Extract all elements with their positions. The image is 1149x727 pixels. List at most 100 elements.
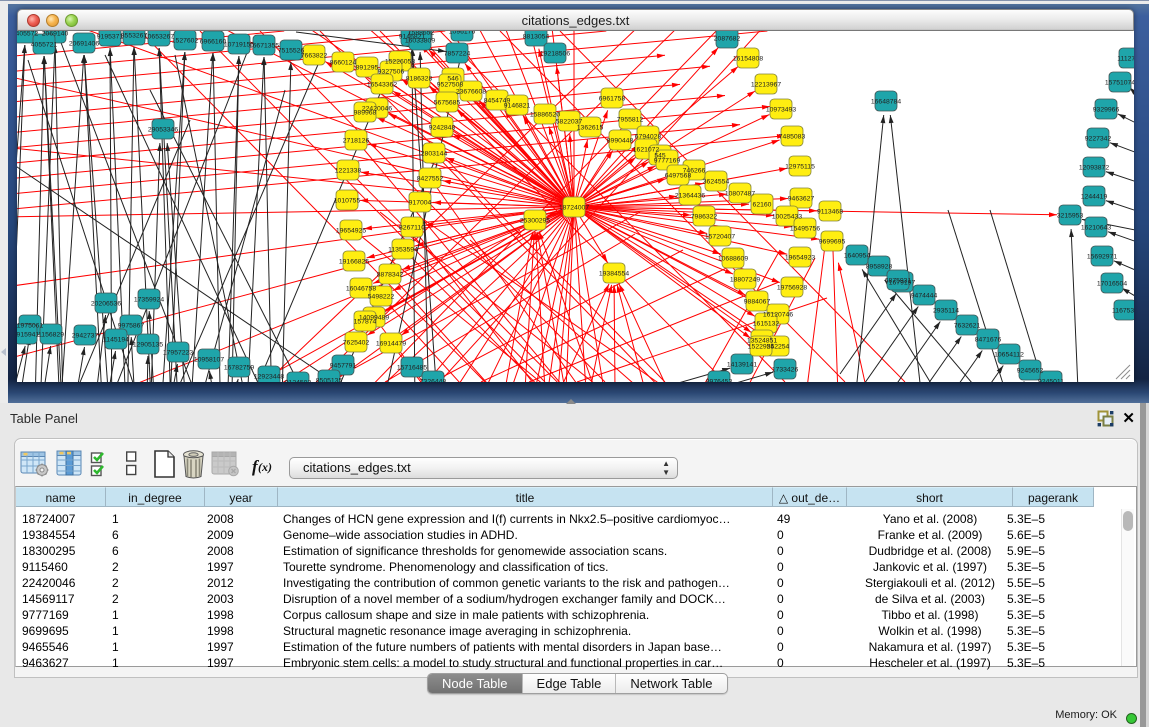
svg-text:8186328: 8186328 (406, 76, 433, 83)
svg-text:917004: 917004 (409, 200, 432, 207)
svg-text:12213967: 12213967 (751, 82, 781, 89)
svg-text:1156829: 1156829 (38, 332, 64, 339)
svg-text:17359924: 17359924 (134, 297, 164, 304)
svg-text:20691406: 20691406 (69, 41, 99, 48)
svg-text:2069140: 2069140 (42, 31, 69, 38)
svg-text:16033809: 16033809 (405, 38, 435, 45)
svg-text:8427552: 8427552 (417, 176, 444, 183)
svg-text:21364436: 21364436 (675, 193, 705, 200)
svg-text:1167533: 1167533 (1112, 308, 1134, 315)
svg-text:19654925: 19654925 (336, 228, 366, 235)
svg-text:10807487: 10807487 (725, 191, 755, 198)
svg-text:9527508: 9527508 (437, 82, 464, 89)
svg-text:19166825: 19166825 (339, 259, 369, 266)
svg-text:15886520: 15886520 (530, 112, 560, 119)
svg-text:16120746: 16120746 (763, 312, 793, 319)
svg-text:19756928: 19756928 (777, 285, 807, 292)
svg-text:19218506: 19218506 (540, 51, 570, 58)
svg-text:1588652: 1588652 (408, 31, 435, 37)
svg-text:9474444: 9474444 (911, 293, 938, 300)
svg-text:12923448: 12923448 (254, 374, 284, 381)
svg-text:14139141: 14139141 (727, 362, 757, 369)
svg-text:3215953: 3215953 (1057, 213, 1084, 220)
svg-text:9146821: 9146821 (504, 103, 531, 110)
svg-text:5498222: 5498222 (368, 294, 395, 301)
svg-text:6966160: 6966160 (200, 39, 227, 46)
svg-text:2087682: 2087682 (714, 36, 741, 43)
svg-text:15226058: 15226058 (385, 59, 415, 66)
svg-text:16914479: 16914479 (376, 341, 406, 348)
svg-text:16782759: 16782759 (224, 365, 254, 372)
svg-text:10958107: 10958107 (194, 357, 224, 364)
svg-text:3915941: 3915941 (17, 332, 39, 339)
svg-text:1010755: 1010755 (334, 198, 361, 205)
svg-text:1112744: 1112744 (1117, 56, 1134, 63)
svg-text:15716485: 15716485 (397, 365, 427, 372)
svg-text:9975867: 9975867 (118, 323, 145, 330)
svg-text:2718126: 2718126 (343, 138, 370, 145)
svg-text:1405572: 1405572 (17, 31, 38, 38)
svg-text:15692971: 15692971 (1087, 254, 1117, 261)
svg-text:7625402: 7625402 (343, 340, 370, 347)
svg-text:16543362: 16543362 (367, 82, 397, 89)
svg-text:23676608: 23676608 (456, 89, 486, 96)
svg-text:19654923: 19654923 (785, 255, 815, 262)
svg-text:11353594: 11353594 (388, 247, 418, 254)
svg-text:9242848: 9242848 (429, 125, 456, 132)
svg-text:16671355: 16671355 (249, 43, 279, 50)
svg-text:989968: 989968 (354, 110, 377, 117)
svg-text:12093872: 12093872 (1079, 165, 1109, 172)
svg-text:1221338: 1221338 (335, 168, 362, 175)
svg-text:9463627: 9463627 (788, 196, 815, 203)
svg-text:10973493: 10973493 (766, 107, 796, 114)
svg-text:15720407: 15720407 (705, 234, 735, 241)
svg-text:9329966: 9329966 (1093, 107, 1120, 114)
svg-text:17016504: 17016504 (1097, 281, 1127, 288)
svg-text:7485083: 7485083 (779, 134, 806, 141)
svg-text:16210643: 16210643 (1081, 225, 1111, 232)
svg-text:3624554: 3624554 (703, 179, 730, 186)
svg-text:1615132: 1615132 (753, 321, 780, 328)
svg-text:8471676: 8471676 (975, 337, 1002, 344)
svg-text:1975061: 1975061 (17, 323, 43, 330)
svg-text:7663822: 7663822 (301, 53, 328, 60)
svg-text:9699695: 9699695 (819, 239, 846, 246)
svg-text:8990448: 8990448 (607, 138, 634, 145)
svg-text:1640954: 1640954 (844, 253, 871, 260)
svg-text:7632621: 7632621 (954, 323, 981, 330)
svg-text:6794028: 6794028 (635, 134, 662, 141)
svg-text:10653267: 10653267 (144, 34, 174, 41)
svg-text:12975115: 12975115 (785, 164, 815, 171)
svg-text:7955812: 7955812 (617, 117, 644, 124)
svg-text:7857224: 7857224 (444, 51, 471, 58)
svg-text:1362615: 1362615 (577, 125, 604, 132)
svg-text:6961758: 6961758 (599, 96, 626, 103)
svg-text:7986322: 7986322 (691, 214, 718, 221)
svg-text:10654112: 10654112 (994, 352, 1024, 359)
svg-text:6875931: 6875931 (885, 278, 912, 285)
svg-text:29053346: 29053346 (148, 127, 178, 134)
svg-text:9245652: 9245652 (1017, 368, 1044, 375)
svg-text:18807249: 18807249 (730, 277, 760, 284)
svg-text:891295: 891295 (356, 65, 379, 72)
svg-text:9884067: 9884067 (744, 299, 771, 306)
svg-text:8505135: 8505135 (316, 378, 343, 382)
svg-text:10688609: 10688609 (718, 256, 748, 263)
svg-text:9245011: 9245011 (1038, 379, 1064, 382)
svg-text:2935114: 2935114 (933, 308, 959, 315)
svg-text:(x): (x) (258, 460, 272, 474)
svg-text:1527602: 1527602 (172, 38, 199, 45)
svg-text:8976453: 8976453 (706, 379, 733, 382)
svg-text:9457791: 9457791 (330, 363, 357, 370)
svg-text:1096176: 1096176 (449, 31, 476, 36)
svg-text:8958928: 8958928 (866, 264, 893, 271)
svg-text:15751074: 15751074 (1105, 80, 1134, 87)
svg-text:7326448: 7326448 (420, 379, 447, 382)
svg-text:16154808: 16154808 (733, 56, 763, 63)
svg-text:8813054: 8813054 (523, 34, 550, 41)
svg-text:9227342: 9227342 (1085, 136, 1112, 143)
svg-text:8660124: 8660124 (330, 60, 357, 67)
svg-text:2803144: 2803144 (421, 151, 448, 158)
svg-text:1244419: 1244419 (1081, 194, 1108, 201)
svg-text:9327506: 9327506 (378, 69, 405, 76)
